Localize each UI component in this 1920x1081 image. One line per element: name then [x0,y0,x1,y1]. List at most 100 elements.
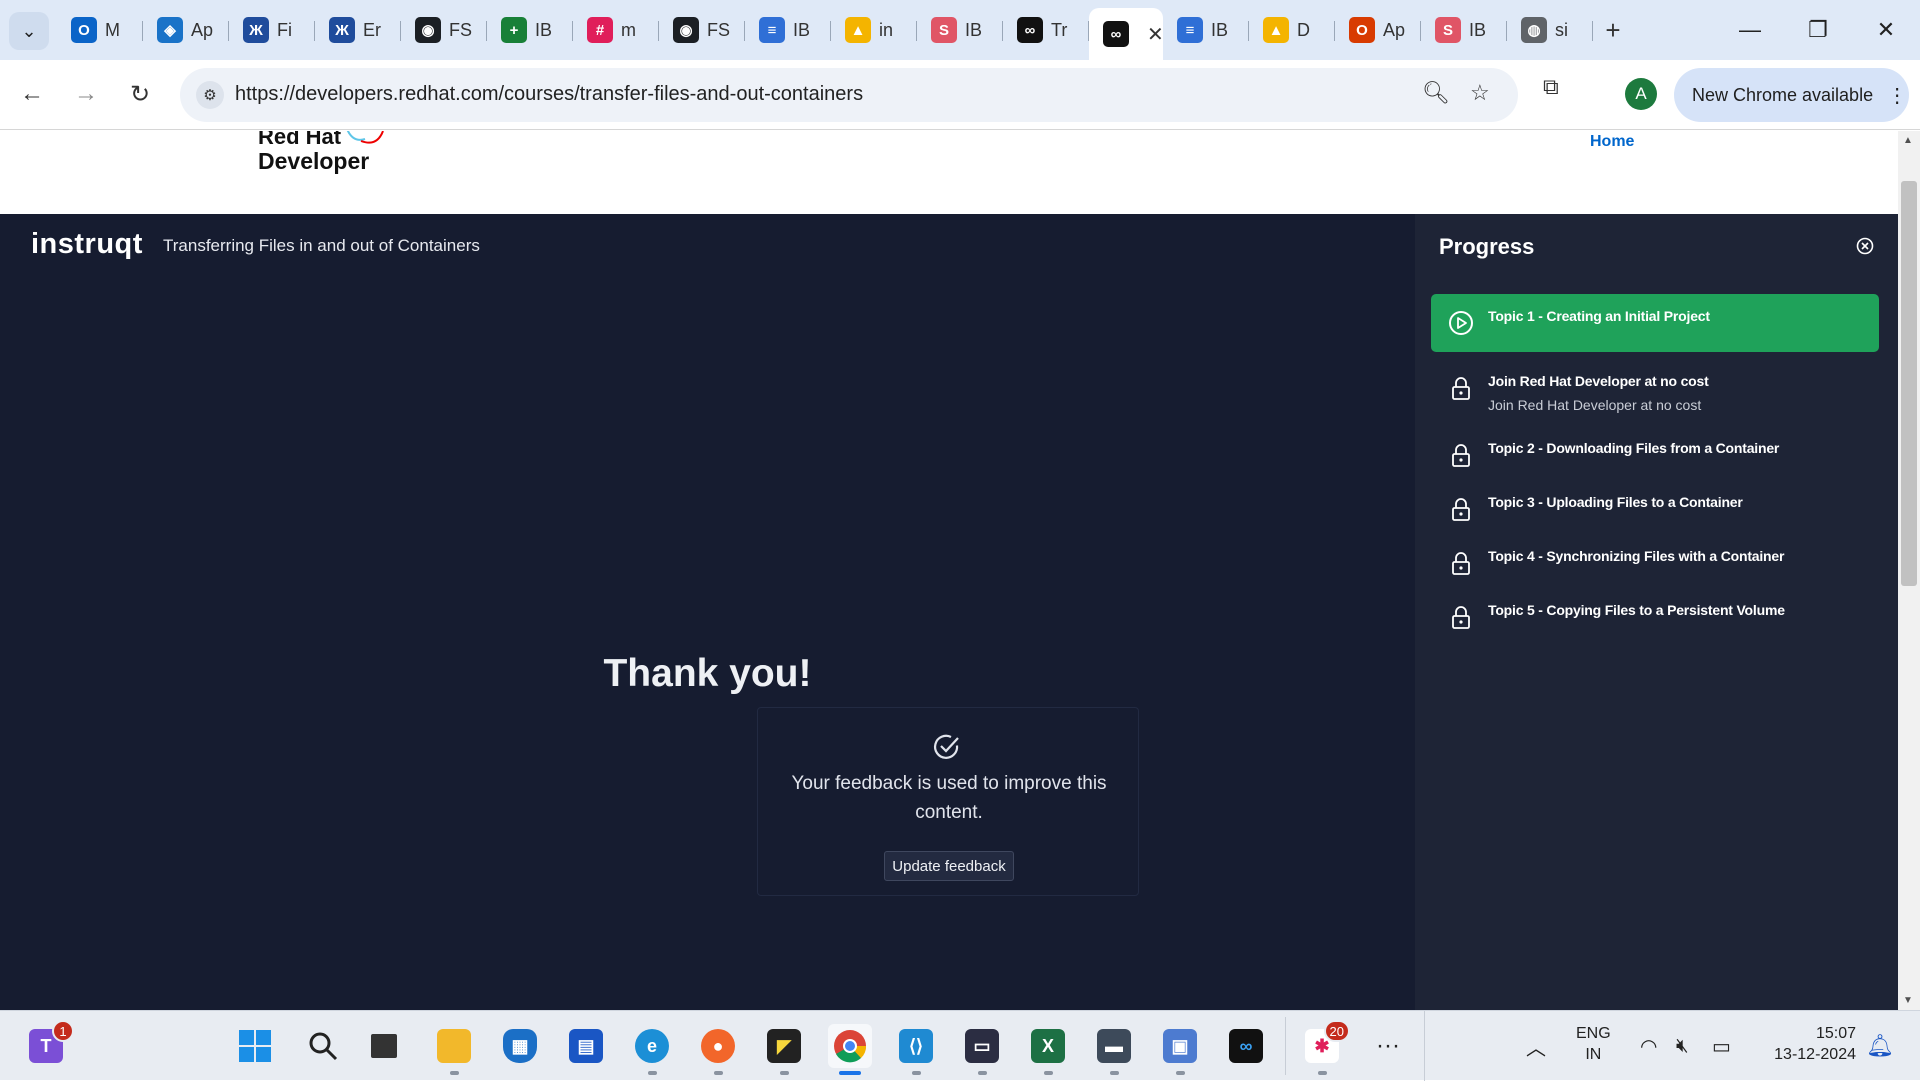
forward-button[interactable]: → [66,74,106,114]
edge-app[interactable]: e [630,1024,674,1075]
avatar[interactable]: A [1625,78,1657,110]
sticky-notes-icon: ◤ [767,1029,801,1063]
battery-icon[interactable]: ▭ [1712,1011,1731,1081]
store-icon: ▤ [569,1029,603,1063]
close-circle-icon[interactable] [1855,236,1875,256]
browser-tab[interactable]: ◍ si [1507,8,1593,52]
back-button[interactable]: ← [12,74,52,114]
browser-tab[interactable]: S IB [1421,8,1507,52]
terminal-app[interactable]: ▭ [960,1024,1004,1075]
scroll-up-icon[interactable]: ▲ [1903,135,1913,146]
browser-tab[interactable]: OM [57,8,143,52]
speaker-muted-icon[interactable]: 🔇︎ [1676,1011,1689,1081]
notification-bell-icon[interactable]: 🔔︎ [1866,1011,1894,1081]
instruqt-icon: ∞ [1017,17,1043,43]
system-clock[interactable]: 15:07 13-12-2024 [1760,1023,1856,1065]
address-bar[interactable]: ⚙ https://developers.redhat.com/courses/… [180,68,1518,122]
close-window-button[interactable]: ✕ [1852,0,1920,60]
google-docs-icon: ≡ [759,17,785,43]
browser-tab[interactable]: ≡ IB [1163,8,1249,52]
tab-close-icon[interactable]: ✕ [1147,22,1164,47]
task-view-icon [371,1034,397,1058]
topic-item[interactable]: Topic 2 - Downloading Files from a Conta… [1431,426,1879,484]
browser-tab[interactable]: ◉ FS [659,8,745,52]
browser-tab[interactable]: Ж Er [315,8,401,52]
language-indicator[interactable]: ENG IN [1576,1023,1611,1065]
search-button[interactable] [301,1024,345,1068]
lock-icon [1452,444,1470,467]
browser-tab[interactable]: ▲ D [1249,8,1335,52]
excel-app[interactable]: X [1026,1024,1070,1075]
chevron-up-icon: ︿ [1526,1037,1546,1060]
play-circle-icon [1449,311,1473,335]
topic-item[interactable]: Topic 1 - Creating an Initial Project [1431,294,1879,352]
teams-app[interactable]: T 1 [24,1020,74,1068]
update-feedback-button[interactable]: Update feedback [884,851,1014,881]
store-app[interactable]: ▤ [564,1024,608,1068]
task-view-button[interactable] [362,1024,406,1068]
browser-tab[interactable]: ◈ Ap [143,8,229,52]
taskbar-divider [1285,1017,1286,1075]
page-scrollbar[interactable]: ▲ ▼ [1898,131,1920,1010]
browser-tab[interactable]: # m [573,8,659,52]
url-text[interactable]: https://developers.redhat.com/courses/tr… [235,83,863,106]
firefox-app[interactable]: ● [696,1024,740,1075]
browser-tab[interactable]: O Ap [1335,8,1421,52]
jira-icon: Ж [243,17,269,43]
browser-tab[interactable]: ≡ IB [745,8,831,52]
topic-item[interactable]: Join Red Hat Developer at no cost Join Re… [1431,359,1879,417]
tab-list: OM◈ApЖFiЖEr◉FS+IB#m◉FS≡IB▲inSIB∞Tr∞Tr✕≡I… [57,8,1633,60]
tab-label: IB [1469,19,1487,40]
firefox-icon: ● [701,1029,735,1063]
show-hidden-icons-button[interactable]: ︿ [1526,1011,1546,1081]
chrome-update-button[interactable]: New Chrome available ⋮ [1674,68,1909,122]
topic-item[interactable]: Topic 4 - Synchronizing Files with a Con… [1431,534,1879,592]
more-apps-button[interactable]: ··· [1366,1024,1410,1068]
more-menu-icon[interactable]: ⋮ [1887,83,1907,108]
tab-label: M [105,19,120,40]
reload-button[interactable]: ↻ [120,74,160,114]
restore-button[interactable]: ❐ [1784,0,1852,60]
tab-label: Ap [191,19,214,40]
topic-name: Topic 3 - Uploading Files to a Container [1488,494,1743,510]
wifi-icon[interactable]: ◠ [1640,1011,1657,1081]
sticky-notes-app[interactable]: ◤ [762,1024,806,1075]
remote-app[interactable]: ▬ [1092,1024,1136,1075]
update-label: New Chrome available [1692,84,1874,105]
edge-icon: e [635,1029,669,1063]
defender-app[interactable]: ▦ [498,1024,542,1068]
browser-tab[interactable]: + IB [487,8,573,52]
start-button[interactable] [233,1024,277,1068]
tab-label: IB [793,19,811,40]
zoom-icon[interactable]: 🔍︎ [1422,80,1450,106]
slack-app[interactable]: ✱ 20 [1300,1020,1350,1075]
chrome-app[interactable] [828,1024,872,1075]
vscode-app[interactable]: ⟨⟩ [894,1024,938,1075]
web-page: Red Hat Developer Home instruqt Transfer… [0,131,1898,1010]
bookmark-star-icon[interactable]: ☆ [1470,80,1490,106]
browser-tab[interactable]: ▲ in [831,8,917,52]
site-header: Red Hat Developer Home [0,131,1898,214]
site-info-icon[interactable]: ⚙ [196,81,224,109]
nav-home-link[interactable]: Home [1590,133,1634,151]
progress-sidebar: Progress Topic 1 - Creating an Initial P… [1415,214,1898,1010]
network-app[interactable]: ▣ [1158,1024,1202,1075]
tab-active[interactable]: ∞Tr✕ [1089,8,1164,60]
topic-item[interactable]: Topic 5 - Copying Files to a Persistent … [1431,588,1879,646]
scrollbar-thumb[interactable] [1901,181,1917,586]
new-tab-button[interactable]: + [1593,8,1633,52]
extensions-icon[interactable]: ⧉ [1543,74,1559,100]
browser-tab[interactable]: ◉ FS [401,8,487,52]
minimize-button[interactable]: — [1716,0,1784,60]
file-explorer-app[interactable] [432,1024,476,1075]
topic-item[interactable]: Topic 3 - Uploading Files to a Container [1431,480,1879,538]
browser-tab[interactable]: Ж Fi [229,8,315,52]
scroll-down-icon[interactable]: ▼ [1903,995,1913,1006]
webex-app[interactable]: ∞ [1224,1024,1268,1068]
logo-swoosh-icon [346,131,384,144]
browser-tab[interactable]: ∞ Tr [1003,8,1089,52]
windows-start-icon [239,1030,271,1062]
redhat-developer-logo[interactable]: Red Hat Developer [258,131,384,173]
tab-search-button[interactable]: ⌄ [9,12,49,50]
browser-tab[interactable]: S IB [917,8,1003,52]
